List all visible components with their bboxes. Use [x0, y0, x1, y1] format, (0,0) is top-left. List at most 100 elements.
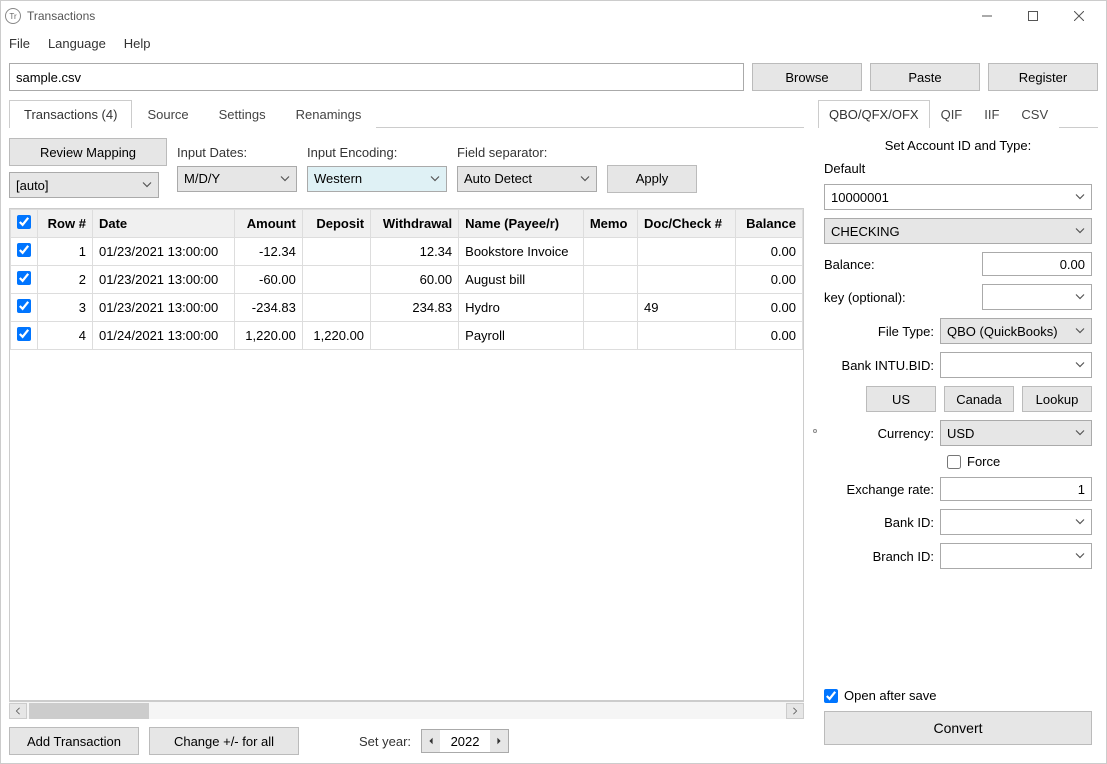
- cell-doc: 49: [638, 294, 736, 322]
- bankintu-label: Bank INTU.BID:: [824, 358, 934, 373]
- bankid-select[interactable]: [940, 509, 1092, 535]
- header-doc[interactable]: Doc/Check #: [638, 210, 736, 238]
- filename-input[interactable]: [9, 63, 744, 91]
- maximize-button[interactable]: [1010, 1, 1056, 31]
- year-decrement[interactable]: [422, 730, 440, 752]
- bankintu-select[interactable]: [940, 352, 1092, 378]
- convert-button[interactable]: Convert: [824, 711, 1092, 745]
- table-row[interactable]: 401/24/2021 13:00:001,220.001,220.00Payr…: [11, 322, 803, 350]
- cell-name: Hydro: [459, 294, 584, 322]
- register-button[interactable]: Register: [988, 63, 1098, 91]
- scroll-right-icon[interactable]: [786, 703, 804, 719]
- cell-doc: [638, 322, 736, 350]
- year-increment[interactable]: [490, 730, 508, 752]
- cell-date: 01/23/2021 13:00:00: [92, 266, 234, 294]
- scroll-left-icon[interactable]: [9, 703, 27, 719]
- header-deposit[interactable]: Deposit: [302, 210, 370, 238]
- open-after-save-checkbox[interactable]: [824, 689, 838, 703]
- input-dates-label: Input Dates:: [177, 145, 297, 160]
- branchid-select[interactable]: [940, 543, 1092, 569]
- change-sign-button[interactable]: Change +/- for all: [149, 727, 299, 755]
- row-checkbox[interactable]: [17, 327, 31, 341]
- account-type-value: CHECKING: [831, 224, 900, 239]
- chevron-down-icon: [142, 178, 152, 193]
- tab-qbo[interactable]: QBO/QFX/OFX: [818, 100, 930, 128]
- add-transaction-button[interactable]: Add Transaction: [9, 727, 139, 755]
- encoding-select[interactable]: Western: [307, 166, 447, 192]
- row-checkbox[interactable]: [17, 299, 31, 313]
- apply-button[interactable]: Apply: [607, 165, 697, 193]
- bankid-label: Bank ID:: [824, 515, 934, 530]
- header-date[interactable]: Date: [92, 210, 234, 238]
- year-spinner[interactable]: 2022: [421, 729, 509, 753]
- table-row[interactable]: 201/23/2021 13:00:00-60.0060.00August bi…: [11, 266, 803, 294]
- browse-button[interactable]: Browse: [752, 63, 862, 91]
- row-checkbox[interactable]: [17, 271, 31, 285]
- currency-value: USD: [947, 426, 974, 441]
- review-mapping-button[interactable]: Review Mapping: [9, 138, 167, 166]
- table-row[interactable]: 101/23/2021 13:00:00-12.3412.34Bookstore…: [11, 238, 803, 266]
- cell-doc: [638, 238, 736, 266]
- exchange-input[interactable]: [940, 477, 1092, 501]
- right-panel: QBO/QFX/OFX QIF IIF CSV Set Account ID a…: [818, 99, 1106, 763]
- set-year-label: Set year:: [359, 734, 411, 749]
- separator-select[interactable]: Auto Detect: [457, 166, 597, 192]
- force-label: Force: [967, 454, 1000, 469]
- chevron-down-icon: [1075, 290, 1085, 305]
- cell-balance: 0.00: [735, 294, 802, 322]
- menu-help[interactable]: Help: [124, 36, 151, 51]
- account-type-select[interactable]: CHECKING: [824, 218, 1092, 244]
- tab-csv[interactable]: CSV: [1010, 100, 1059, 128]
- row-checkbox[interactable]: [17, 243, 31, 257]
- key-select[interactable]: [982, 284, 1092, 310]
- separator-value: Auto Detect: [464, 171, 532, 186]
- tab-transactions[interactable]: Transactions (4): [9, 100, 132, 128]
- select-all-checkbox[interactable]: [17, 215, 31, 229]
- auto-select-value: [auto]: [16, 178, 49, 193]
- header-check[interactable]: [11, 210, 38, 238]
- tab-source[interactable]: Source: [132, 100, 203, 128]
- account-id-select[interactable]: 10000001: [824, 184, 1092, 210]
- cell-date: 01/23/2021 13:00:00: [92, 294, 234, 322]
- canada-button[interactable]: Canada: [944, 386, 1014, 412]
- cell-withdrawal: 60.00: [371, 266, 459, 294]
- currency-select[interactable]: USD: [940, 420, 1092, 446]
- menu-file[interactable]: File: [9, 36, 30, 51]
- auto-select[interactable]: [auto]: [9, 172, 159, 198]
- header-amount[interactable]: Amount: [234, 210, 302, 238]
- scroll-thumb[interactable]: [29, 703, 149, 719]
- close-button[interactable]: [1056, 1, 1102, 31]
- header-withdrawal[interactable]: Withdrawal: [371, 210, 459, 238]
- header-balance[interactable]: Balance: [735, 210, 802, 238]
- tab-iif[interactable]: IIF: [973, 100, 1010, 128]
- branchid-label: Branch ID:: [824, 549, 934, 564]
- tab-renamings[interactable]: Renamings: [281, 100, 377, 128]
- table-row[interactable]: 301/23/2021 13:00:00-234.83234.83Hydro49…: [11, 294, 803, 322]
- cell-name: Bookstore Invoice: [459, 238, 584, 266]
- header-memo[interactable]: Memo: [583, 210, 637, 238]
- cell-amount: -234.83: [234, 294, 302, 322]
- balance-input[interactable]: [982, 252, 1092, 276]
- chevron-down-icon: [280, 171, 290, 186]
- date-format-select[interactable]: M/D/Y: [177, 166, 297, 192]
- cell-amount: -60.00: [234, 266, 302, 294]
- filetype-select[interactable]: QBO (QuickBooks): [940, 318, 1092, 344]
- lookup-button[interactable]: Lookup: [1022, 386, 1092, 412]
- set-account-heading: Set Account ID and Type:: [824, 138, 1092, 153]
- minimize-button[interactable]: [964, 1, 1010, 31]
- chevron-down-icon: [1075, 324, 1085, 339]
- force-checkbox[interactable]: [947, 455, 961, 469]
- cell-balance: 0.00: [735, 238, 802, 266]
- cell-rownum: 3: [38, 294, 93, 322]
- header-row[interactable]: Row #: [38, 210, 93, 238]
- header-name[interactable]: Name (Payee/r): [459, 210, 584, 238]
- tab-qif[interactable]: QIF: [930, 100, 974, 128]
- cell-amount: -12.34: [234, 238, 302, 266]
- scroll-track[interactable]: [27, 703, 786, 719]
- tab-settings[interactable]: Settings: [204, 100, 281, 128]
- paste-button[interactable]: Paste: [870, 63, 980, 91]
- menu-language[interactable]: Language: [48, 36, 106, 51]
- us-button[interactable]: US: [866, 386, 936, 412]
- horizontal-scrollbar[interactable]: [9, 701, 804, 719]
- cell-deposit: [302, 238, 370, 266]
